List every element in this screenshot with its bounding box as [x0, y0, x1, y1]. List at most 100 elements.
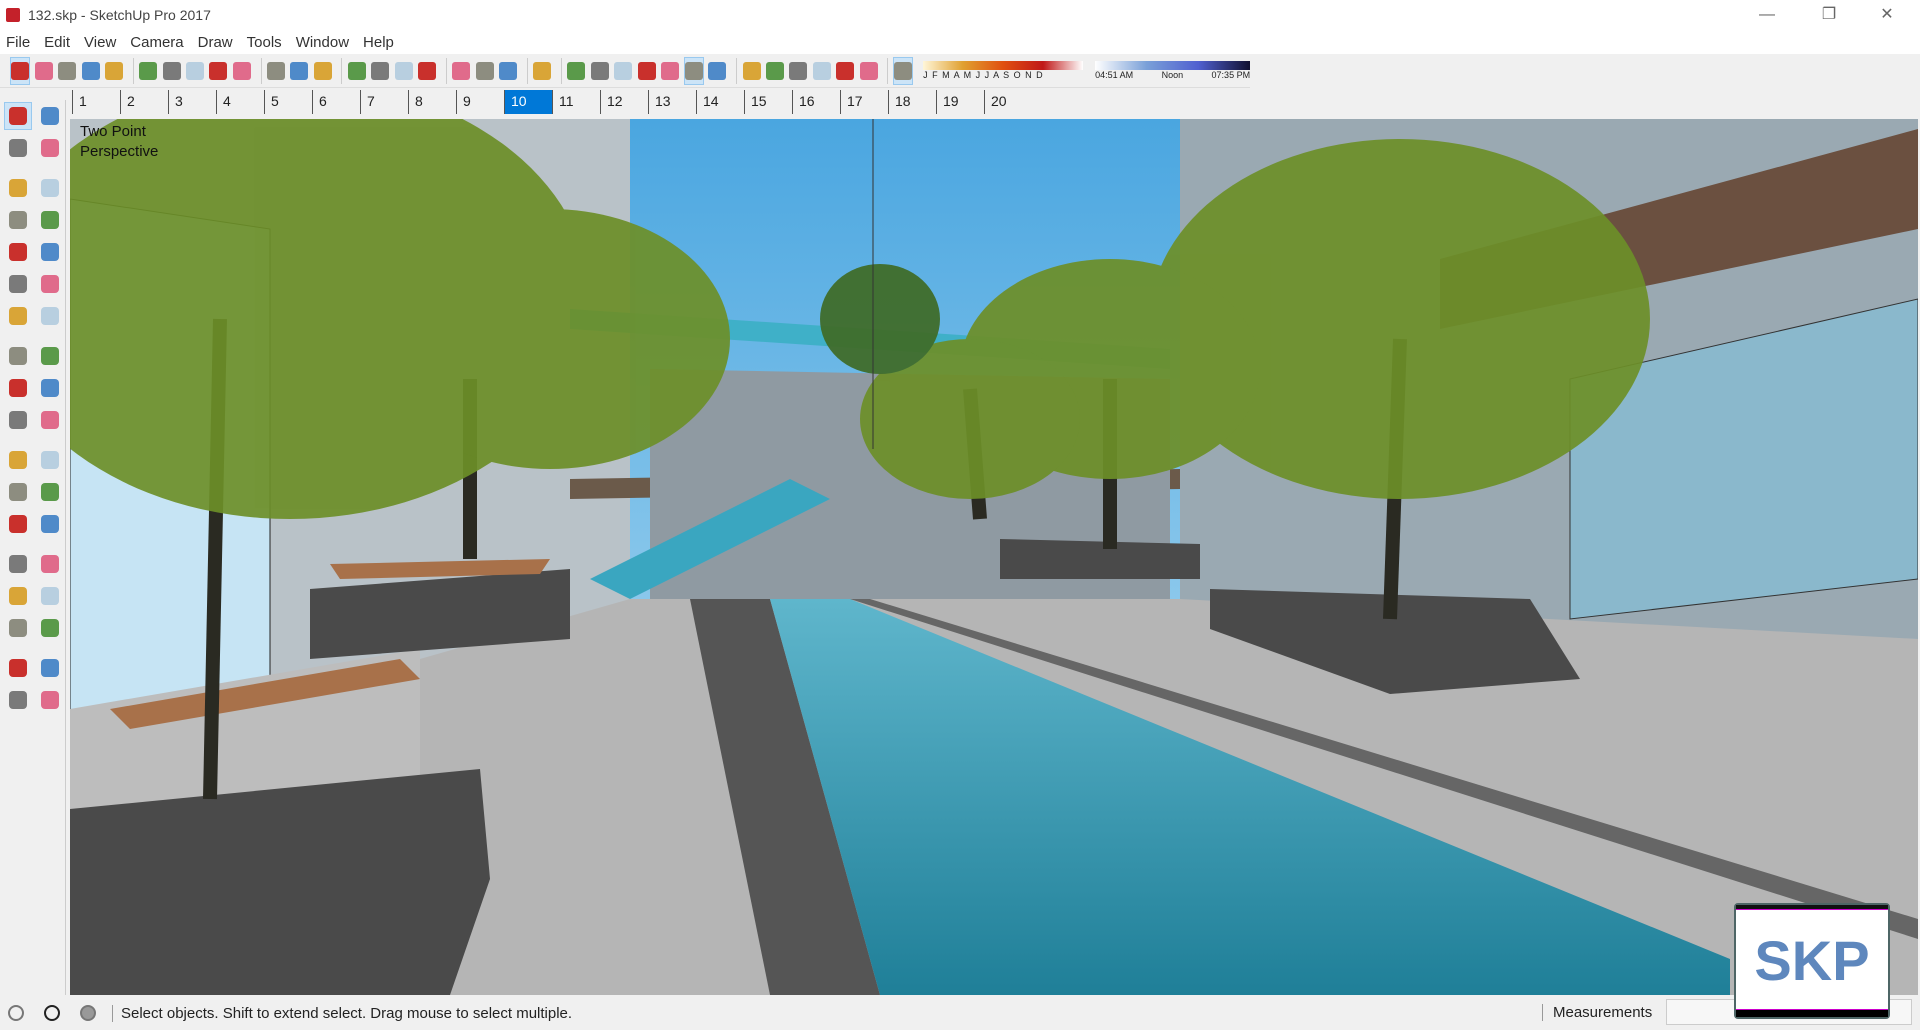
menu-edit[interactable]: Edit [44, 34, 70, 51]
shaded-button[interactable] [660, 57, 679, 85]
move-button[interactable] [185, 57, 204, 85]
scene-tab-17[interactable]: 17 [840, 90, 888, 114]
scene-tab-5[interactable]: 5 [264, 90, 312, 114]
push-pull-button[interactable] [138, 57, 158, 85]
move-tool-button[interactable] [4, 342, 32, 370]
circle-tool-button[interactable] [4, 238, 32, 266]
shadows-button[interactable] [893, 56, 914, 85]
paint-bucket-button[interactable] [313, 57, 332, 85]
axes-tool-button[interactable] [4, 510, 32, 538]
freehand-tool-button[interactable] [36, 174, 64, 202]
follow-me-button[interactable] [162, 57, 181, 85]
xray-button[interactable] [567, 57, 586, 85]
rectangle-button[interactable] [104, 57, 123, 85]
scene-tab-4[interactable]: 4 [216, 90, 264, 114]
back-edges-button[interactable] [590, 57, 609, 85]
time-slider[interactable]: 04:51 AM Noon 07:35 PM [1095, 61, 1251, 80]
offset-tool-button[interactable] [36, 406, 64, 434]
paint-bucket-tool-button[interactable] [4, 134, 32, 162]
polygon-tool-button[interactable] [36, 238, 64, 266]
ruby-console-button[interactable] [532, 57, 552, 85]
previous-view-tool-button[interactable] [36, 614, 64, 642]
tape-measure-tool-button[interactable] [4, 446, 32, 474]
back-view-button[interactable] [836, 57, 855, 85]
scene-tab-14[interactable]: 14 [696, 90, 744, 114]
scene-tab-20[interactable]: 20 [984, 90, 1032, 114]
orbit-button[interactable] [347, 57, 366, 85]
pan-button[interactable] [371, 57, 390, 85]
credits-info-icon[interactable] [44, 1005, 60, 1021]
scene-tab-6[interactable]: 6 [312, 90, 360, 114]
scene-tab-16[interactable]: 16 [792, 90, 840, 114]
position-camera-tool-button[interactable] [4, 654, 32, 682]
3pt-arc-tool-button[interactable] [4, 302, 32, 330]
scene-tab-12[interactable]: 12 [600, 90, 648, 114]
walk-tool-button[interactable] [4, 686, 32, 714]
3d-warehouse-button[interactable] [452, 57, 471, 85]
right-view-button[interactable] [812, 57, 831, 85]
menu-window[interactable]: Window [296, 34, 349, 51]
menu-file[interactable]: File [6, 34, 30, 51]
rotated-rectangle-tool-button[interactable] [36, 206, 64, 234]
scene-tab-7[interactable]: 7 [360, 90, 408, 114]
rotate-button[interactable] [209, 57, 228, 85]
scene-tab-15[interactable]: 15 [744, 90, 792, 114]
menu-camera[interactable]: Camera [130, 34, 183, 51]
menu-help[interactable]: Help [363, 34, 394, 51]
monochrome-button[interactable] [708, 57, 727, 85]
zoom-window-tool-button[interactable] [36, 582, 64, 610]
component-tool-button[interactable] [36, 102, 64, 130]
eraser-button[interactable] [34, 57, 53, 85]
text-tool-button[interactable] [36, 478, 64, 506]
text-button[interactable] [290, 57, 309, 85]
scene-tab-9[interactable]: 9 [456, 90, 504, 114]
zoom-tool-button[interactable] [4, 582, 32, 610]
scene-tab-8[interactable]: 8 [408, 90, 456, 114]
pan-tool-button[interactable] [36, 550, 64, 578]
left-view-button[interactable] [859, 57, 878, 85]
scale-tool-button[interactable] [4, 406, 32, 434]
wireframe-button[interactable] [613, 57, 633, 85]
scene-tab-1[interactable]: 1 [72, 90, 120, 114]
scale-button[interactable] [232, 57, 251, 85]
iso-view-button[interactable] [742, 57, 761, 85]
dimension-tool-button[interactable] [36, 446, 64, 474]
geo-location-icon[interactable] [8, 1005, 24, 1021]
scene-tab-3[interactable]: 3 [168, 90, 216, 114]
scene-tab-13[interactable]: 13 [648, 90, 696, 114]
date-slider[interactable]: J F M A M J J A S O N D [923, 61, 1084, 80]
top-view-button[interactable] [765, 57, 784, 85]
menu-view[interactable]: View [84, 34, 116, 51]
scene-tab-18[interactable]: 18 [888, 90, 936, 114]
pie-tool-button[interactable] [36, 302, 64, 330]
menu-tools[interactable]: Tools [247, 34, 282, 51]
rotate-tool-button[interactable] [4, 374, 32, 402]
arc-button[interactable] [81, 57, 100, 85]
push-pull-tool-button[interactable] [36, 342, 64, 370]
layout-button[interactable] [498, 57, 518, 85]
line-tool-button[interactable] [4, 174, 32, 202]
zoom-extents-button[interactable] [417, 57, 437, 85]
tape-measure-button[interactable] [266, 57, 285, 85]
3d-viewport[interactable]: Two Point Perspective [70, 119, 1918, 995]
scene-tab-10[interactable]: 10 [504, 90, 552, 114]
arc-tool-button[interactable] [4, 270, 32, 298]
front-view-button[interactable] [789, 57, 808, 85]
zoom-extents-tool-button[interactable] [4, 614, 32, 642]
2pt-arc-tool-button[interactable] [36, 270, 64, 298]
hidden-line-button[interactable] [637, 57, 656, 85]
protractor-tool-button[interactable] [4, 478, 32, 506]
3d-text-tool-button[interactable] [36, 510, 64, 538]
maximize-button[interactable]: ❐ [1800, 0, 1858, 30]
follow-me-tool-button[interactable] [36, 374, 64, 402]
select-button[interactable] [10, 56, 31, 85]
user-account-icon[interactable] [80, 1005, 96, 1021]
menu-draw[interactable]: Draw [198, 34, 233, 51]
line-button[interactable] [57, 57, 77, 85]
close-button[interactable]: ✕ [1858, 0, 1916, 30]
look-around-tool-button[interactable] [36, 654, 64, 682]
scene-tab-11[interactable]: 11 [552, 90, 600, 114]
extension-warehouse-button[interactable] [475, 57, 494, 85]
shaded-textures-button[interactable] [683, 56, 704, 85]
zoom-button[interactable] [394, 57, 413, 85]
